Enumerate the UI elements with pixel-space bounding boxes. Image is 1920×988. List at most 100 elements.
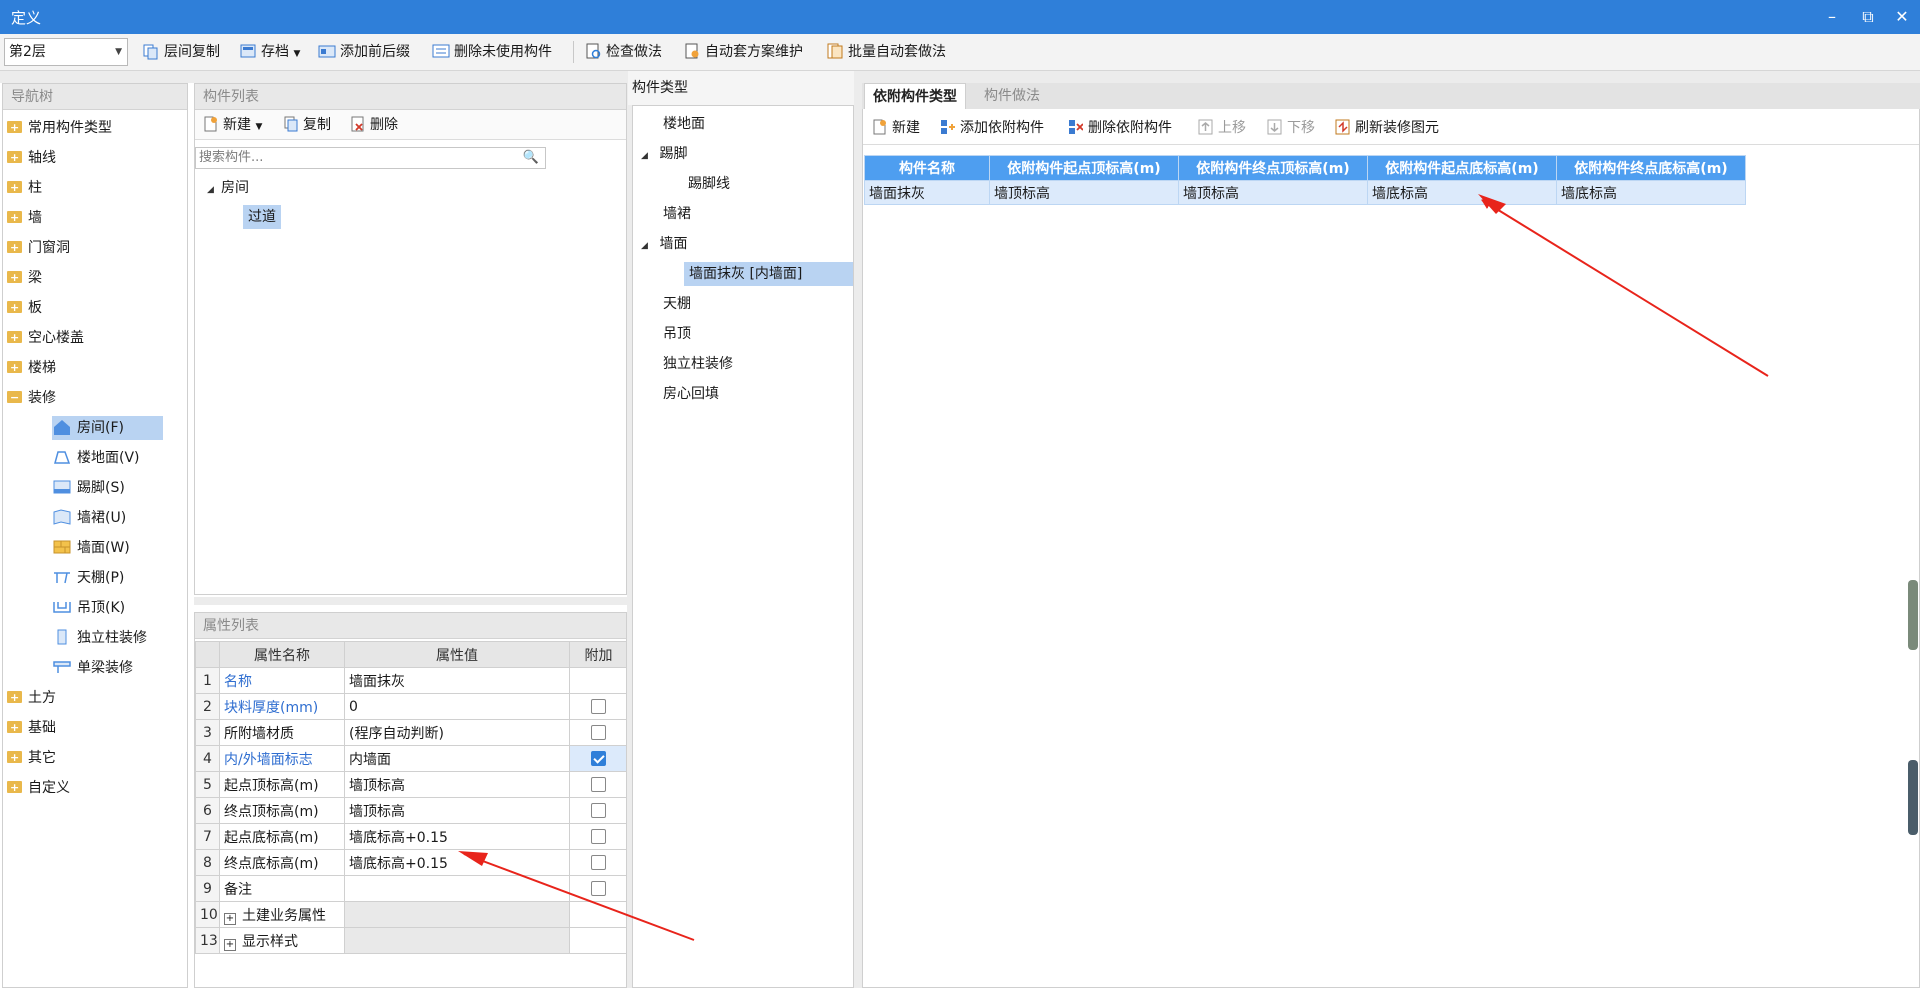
extra-checkbox[interactable]	[591, 802, 606, 818]
extra-checkbox[interactable]	[591, 724, 606, 740]
type-item-ceiling[interactable]: 天棚	[663, 292, 691, 316]
refresh-decoration-button[interactable]: 刷新装修图元	[1335, 115, 1439, 141]
nav-item-slab[interactable]: 板	[7, 296, 42, 320]
minimize-icon[interactable]: –	[1819, 4, 1845, 30]
copy-between-floors-button[interactable]: 层间复制	[142, 40, 220, 64]
nav-sub-beam-finish[interactable]: 单梁装修	[52, 656, 133, 680]
nav-sub-wall-surface[interactable]: 墙面(W)	[52, 536, 130, 560]
nav-item-openings[interactable]: 门窗洞	[7, 236, 70, 260]
table-row[interactable]: 6 终点顶标高(m) 墙顶标高	[195, 797, 626, 824]
type-item-skirting-line[interactable]: 踢脚线	[688, 172, 730, 196]
property-value[interactable]: 0	[344, 693, 570, 720]
table-row[interactable]: 13 + 显示样式	[195, 927, 626, 954]
close-icon[interactable]: ✕	[1889, 4, 1915, 30]
type-item-dado[interactable]: 墙裙	[663, 202, 691, 226]
splitter[interactable]	[854, 71, 862, 988]
cell-component-name[interactable]: 墙面抹灰	[864, 180, 990, 205]
nav-sub-suspended-ceiling[interactable]: 吊顶(K)	[52, 596, 125, 620]
cell-start-bottom[interactable]: 墙底标高	[1367, 180, 1557, 205]
tab-component-method[interactable]: 构件做法	[976, 83, 1048, 109]
move-up-button[interactable]: 上移	[1198, 115, 1246, 141]
type-item-wall-plaster[interactable]: 墙面抹灰 [内墙面]	[684, 262, 853, 286]
nav-sub-ceiling[interactable]: 天棚(P)	[52, 566, 124, 590]
property-value[interactable]: 墙底标高+0.15	[344, 849, 570, 876]
nav-item-stairs[interactable]: 楼梯	[7, 356, 56, 380]
new-component-button[interactable]: 新建 ▼	[203, 112, 262, 138]
extra-checkbox-checked[interactable]	[591, 750, 606, 766]
table-row[interactable]: 5 起点顶标高(m) 墙顶标高	[195, 771, 626, 798]
add-dependent-button[interactable]: 添加依附构件	[940, 115, 1044, 141]
table-row[interactable]: 4 内/外墙面标志 内墙面	[195, 745, 626, 772]
type-item-wall-surface[interactable]: ◢ 墙面	[641, 232, 687, 256]
cell-start-top[interactable]: 墙顶标高	[989, 180, 1179, 205]
expand-plus-icon[interactable]: +	[224, 938, 236, 951]
extra-checkbox[interactable]	[591, 828, 606, 844]
property-value[interactable]: 内墙面	[344, 745, 570, 772]
scrollbar-handle[interactable]	[1908, 760, 1918, 835]
table-row[interactable]: 8 终点底标高(m) 墙底标高+0.15	[195, 849, 626, 876]
nav-sub-room[interactable]: 房间(F)	[52, 416, 163, 440]
nav-item-hollow-floor[interactable]: 空心楼盖	[7, 326, 84, 350]
table-row[interactable]: 10 + 土建业务属性	[195, 901, 626, 928]
batch-auto-button[interactable]: 批量自动套做法	[826, 40, 946, 64]
extra-checkbox[interactable]	[591, 880, 606, 896]
search-input[interactable]: 搜索构件... 🔍	[195, 147, 546, 169]
new-dependent-button[interactable]: 新建	[872, 115, 920, 141]
property-value[interactable]: 墙面抹灰	[344, 667, 570, 694]
delete-dependent-button[interactable]: 删除依附构件	[1068, 115, 1172, 141]
tree-node-room[interactable]: ◢ 房间	[207, 176, 249, 200]
table-row[interactable]: 3 所附墙材质 (程序自动判断)	[195, 719, 626, 746]
nav-sub-skirting[interactable]: 踢脚(S)	[52, 476, 125, 500]
type-item-backfill[interactable]: 房心回填	[663, 382, 719, 406]
nav-item-earthwork[interactable]: 土方	[7, 686, 56, 710]
floor-select[interactable]: 第2层 ▼	[4, 38, 128, 66]
nav-item-axis[interactable]: 轴线	[7, 146, 56, 170]
type-item-suspended-ceiling[interactable]: 吊顶	[663, 322, 691, 346]
archive-button[interactable]: 存档 ▼	[239, 40, 300, 64]
move-down-button[interactable]: 下移	[1267, 115, 1315, 141]
property-value[interactable]: 墙顶标高	[344, 771, 570, 798]
auto-scheme-button[interactable]: 自动套方案维护	[683, 40, 803, 64]
table-row[interactable]: 2 块料厚度(mm) 0	[195, 693, 626, 720]
table-row[interactable]: 1 名称 墙面抹灰	[195, 667, 626, 694]
add-prefix-suffix-button[interactable]: 添加前后缀	[318, 40, 410, 64]
scrollbar-handle[interactable]	[1908, 580, 1918, 650]
property-value[interactable]	[344, 875, 570, 902]
cell-end-bottom[interactable]: 墙底标高	[1556, 180, 1746, 205]
extra-checkbox[interactable]	[591, 776, 606, 792]
tree-node-corridor[interactable]: 过道	[243, 205, 281, 229]
extra-checkbox[interactable]	[591, 698, 606, 714]
check-method-button[interactable]: 检查做法	[584, 40, 662, 64]
search-icon[interactable]: 🔍	[523, 148, 539, 168]
table-row[interactable]: 7 起点底标高(m) 墙底标高+0.15	[195, 823, 626, 850]
delete-component-button[interactable]: 删除	[350, 112, 398, 138]
nav-item-custom[interactable]: 自定义	[7, 776, 70, 800]
nav-item-other[interactable]: 其它	[7, 746, 56, 770]
property-value[interactable]: 墙顶标高	[344, 797, 570, 824]
delete-unused-button[interactable]: 删除未使用构件	[432, 40, 552, 64]
cell-end-top[interactable]: 墙顶标高	[1178, 180, 1368, 205]
property-group[interactable]: + 显示样式	[219, 927, 345, 954]
type-item-column-finish[interactable]: 独立柱装修	[663, 352, 733, 376]
splitter[interactable]	[194, 597, 627, 605]
nav-item-common[interactable]: 常用构件类型	[7, 116, 112, 140]
property-value[interactable]: 墙底标高+0.15	[344, 823, 570, 850]
nav-sub-dado[interactable]: 墙裙(U)	[52, 506, 126, 530]
nav-item-column[interactable]: 柱	[7, 176, 42, 200]
extra-checkbox[interactable]	[591, 854, 606, 870]
property-value[interactable]: (程序自动判断)	[344, 719, 570, 746]
restore-icon[interactable]: ⧉	[1855, 4, 1881, 30]
nav-sub-column-finish[interactable]: 独立柱装修	[52, 626, 147, 650]
property-group[interactable]: + 土建业务属性	[219, 901, 345, 928]
table-row[interactable]: 墙面抹灰 墙顶标高 墙顶标高 墙底标高 墙底标高	[864, 180, 1746, 205]
nav-item-wall[interactable]: 墙	[7, 206, 42, 230]
expand-plus-icon[interactable]: +	[224, 912, 236, 925]
table-row[interactable]: 9 备注	[195, 875, 626, 902]
type-item-skirting[interactable]: ◢ 踢脚	[641, 142, 687, 166]
copy-component-button[interactable]: 复制	[283, 112, 331, 138]
tab-dependent-types[interactable]: 依附构件类型	[864, 83, 966, 109]
type-item-floor[interactable]: 楼地面	[663, 112, 705, 136]
nav-sub-floor[interactable]: 楼地面(V)	[52, 446, 140, 470]
nav-item-beam[interactable]: 梁	[7, 266, 42, 290]
nav-item-foundation[interactable]: 基础	[7, 716, 56, 740]
